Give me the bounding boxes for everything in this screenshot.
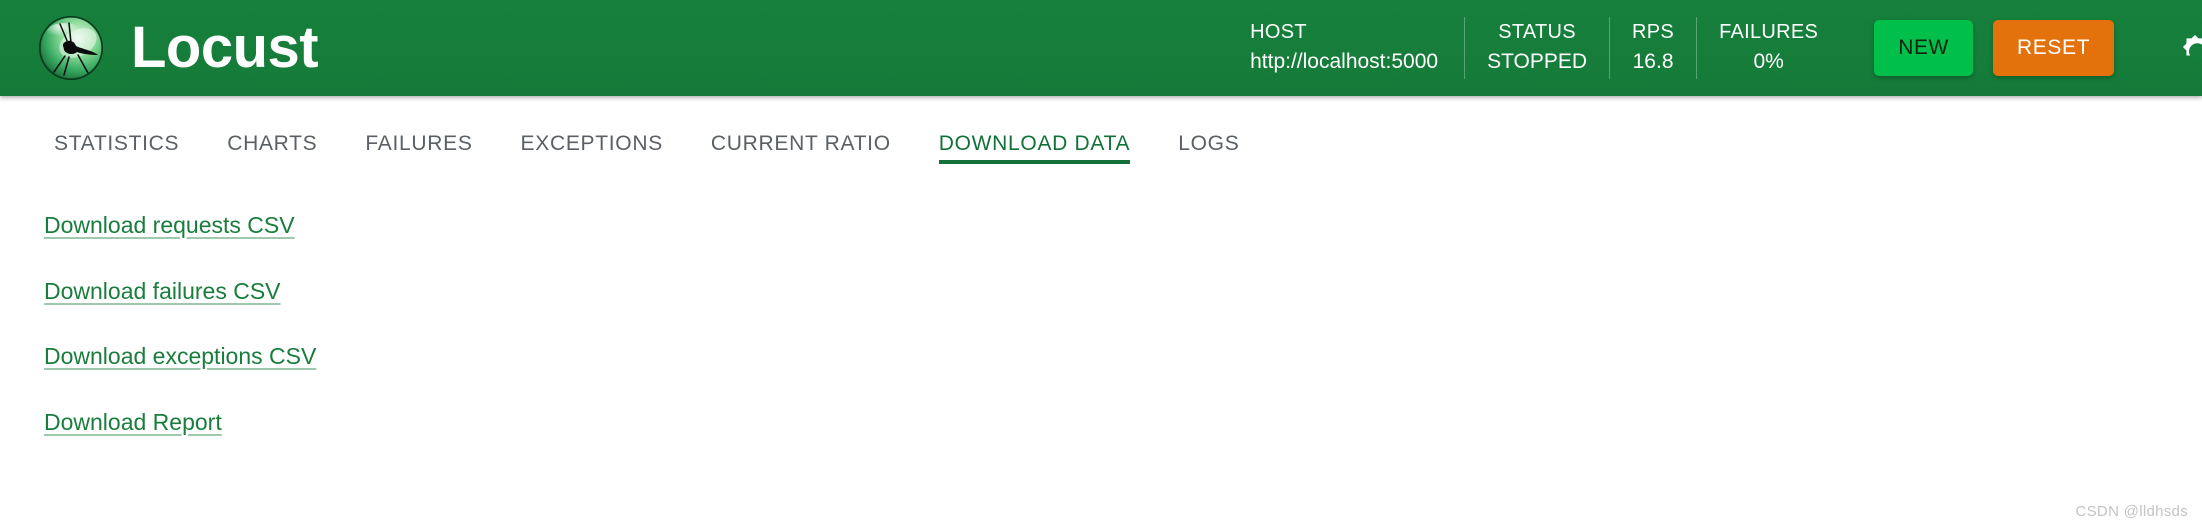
stat-failures-value: 0% bbox=[1753, 50, 1784, 74]
header-stats: HOST http://localhost:5000 STATUS STOPPE… bbox=[1236, 17, 1840, 79]
dark-mode-icon[interactable] bbox=[2172, 25, 2202, 71]
stat-host-value: http://localhost:5000 bbox=[1250, 50, 1439, 74]
download-failures-csv-link[interactable]: Download failures CSV bbox=[44, 278, 281, 306]
main-tab-bar: STATISTICS CHARTS FAILURES EXCEPTIONS CU… bbox=[0, 96, 2202, 164]
stat-rps-label: RPS bbox=[1632, 21, 1675, 44]
tab-exceptions[interactable]: EXCEPTIONS bbox=[497, 96, 687, 164]
stat-host-label: HOST bbox=[1250, 21, 1307, 44]
tab-statistics[interactable]: STATISTICS bbox=[30, 96, 203, 164]
tab-failures[interactable]: FAILURES bbox=[341, 96, 496, 164]
download-data-panel: Download requests CSV Download failures … bbox=[0, 164, 2202, 436]
download-exceptions-csv-link[interactable]: Download exceptions CSV bbox=[44, 343, 316, 371]
reset-stats-button[interactable]: RESET bbox=[1992, 20, 2114, 76]
app-header: Locust HOST http://localhost:5000 STATUS… bbox=[0, 0, 2202, 96]
stat-status: STATUS STOPPED bbox=[1465, 17, 1611, 79]
brand: Locust bbox=[0, 15, 319, 81]
download-report-link[interactable]: Download Report bbox=[44, 409, 222, 437]
download-requests-csv-link[interactable]: Download requests CSV bbox=[44, 212, 295, 240]
stat-status-label: STATUS bbox=[1498, 21, 1576, 44]
status-badge: STOPPED bbox=[1487, 50, 1588, 74]
tab-charts[interactable]: CHARTS bbox=[203, 96, 341, 164]
header-actions: NEW RESET bbox=[1840, 20, 2202, 76]
tab-logs[interactable]: LOGS bbox=[1154, 96, 1263, 164]
tab-current-ratio[interactable]: CURRENT RATIO bbox=[687, 96, 915, 164]
stat-failures: FAILURES 0% bbox=[1697, 17, 1840, 79]
new-test-button[interactable]: NEW bbox=[1874, 20, 1973, 76]
stat-rps: RPS 16.8 bbox=[1610, 17, 1698, 79]
tab-download-data[interactable]: DOWNLOAD DATA bbox=[915, 96, 1155, 164]
stat-rps-value: 16.8 bbox=[1632, 50, 1674, 74]
stat-host: HOST http://localhost:5000 bbox=[1236, 17, 1466, 79]
watermark: CSDN @lldhsds bbox=[2075, 503, 2188, 520]
locust-logo-icon bbox=[38, 15, 104, 81]
page-title: Locust bbox=[131, 15, 319, 80]
stat-failures-label: FAILURES bbox=[1719, 21, 1819, 44]
